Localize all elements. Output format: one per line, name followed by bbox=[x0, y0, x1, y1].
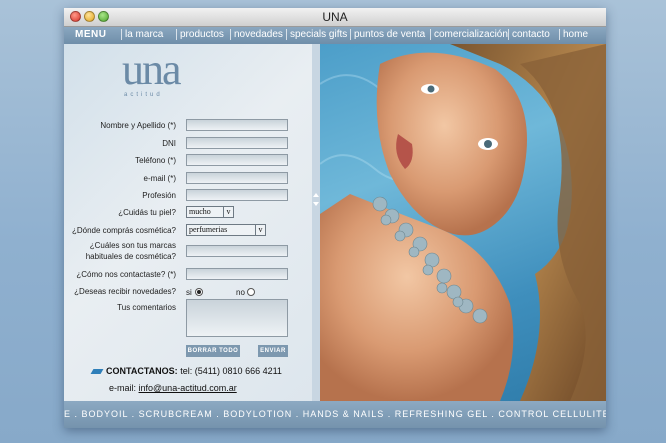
dni-input[interactable] bbox=[186, 137, 288, 149]
scroll-down-arrow-icon[interactable] bbox=[313, 202, 319, 206]
novedades-si-radio[interactable] bbox=[195, 288, 203, 296]
comentarios-textarea[interactable] bbox=[186, 299, 288, 337]
label-piel: ¿Cuidás tu piel? bbox=[118, 208, 176, 217]
label-comentarios: Tus comentarios bbox=[117, 303, 176, 312]
label-dni: DNI bbox=[162, 139, 176, 148]
nav-item-comercializacion[interactable]: comercialización bbox=[430, 29, 508, 40]
label-contactaste: ¿Cómo nos contactaste? (*) bbox=[76, 270, 176, 279]
hero-photo bbox=[320, 44, 606, 401]
label-profesion: Profesión bbox=[142, 191, 176, 200]
piel-select-value: mucho bbox=[189, 207, 211, 216]
profesion-input[interactable] bbox=[186, 189, 288, 201]
brand-logo: una bbox=[122, 45, 182, 94]
nav-menu-label: MENU bbox=[75, 29, 107, 40]
contact-email-line: e-mail: info@una-actitud.com.ar bbox=[109, 383, 237, 393]
contact-email-label: e-mail: bbox=[109, 383, 137, 393]
email-input[interactable] bbox=[186, 172, 288, 184]
marcas-input[interactable] bbox=[186, 245, 288, 257]
label-novedades: ¿Deseas recibir novedades? bbox=[74, 287, 176, 296]
brand-logo-tagline: actitud bbox=[124, 92, 163, 98]
phone-icon bbox=[90, 369, 104, 374]
label-compras: ¿Dónde comprás cosmética? bbox=[71, 226, 176, 235]
label-email: e-mail (*) bbox=[143, 174, 176, 183]
model-portrait-image bbox=[320, 44, 606, 401]
contact-email-link[interactable]: info@una-actitud.com.ar bbox=[139, 383, 237, 393]
compras-select[interactable]: perfumerias v bbox=[186, 224, 266, 236]
scroll-up-arrow-icon[interactable] bbox=[313, 193, 319, 197]
contact-form-panel: una actitud Nombre y Apellido (*) DNI Te… bbox=[64, 44, 312, 401]
nav-item-home[interactable]: home bbox=[559, 29, 588, 40]
nav-item-specials-gifts[interactable]: specials gifts bbox=[286, 29, 347, 40]
label-marcas-line2: habituales de cosmética? bbox=[85, 252, 176, 261]
contact-title: CONTACTANOS: bbox=[106, 366, 178, 376]
title-bar: UNA bbox=[64, 8, 606, 27]
piel-select[interactable]: mucho v bbox=[186, 206, 234, 218]
novedades-no-radio[interactable] bbox=[247, 288, 255, 296]
contact-phone: tel: (5411) 0810 666 4211 bbox=[180, 366, 282, 376]
nav-bar: MENU la marca productos novedades specia… bbox=[64, 27, 606, 44]
chevron-down-icon: v bbox=[223, 207, 233, 217]
nav-item-productos[interactable]: productos bbox=[176, 29, 224, 40]
label-telefono: Teléfono (*) bbox=[135, 156, 176, 165]
label-marcas-line1: ¿Cuáles son tus marcas bbox=[89, 241, 176, 250]
contactaste-input[interactable] bbox=[186, 268, 288, 280]
telefono-input[interactable] bbox=[186, 154, 288, 166]
nav-item-puntos-de-venta[interactable]: puntos de venta bbox=[350, 29, 425, 40]
radio-no-label: no bbox=[236, 288, 245, 297]
nav-item-la-marca[interactable]: la marca bbox=[121, 29, 163, 40]
radio-si-label: si bbox=[186, 288, 192, 297]
compras-select-value: perfumerias bbox=[189, 225, 228, 234]
chevron-down-icon: v bbox=[255, 225, 265, 235]
browser-window: UNA MENU la marca productos novedades sp… bbox=[64, 8, 606, 428]
nombre-input[interactable] bbox=[186, 119, 288, 131]
borrar-todo-button[interactable]: BORRAR TODO bbox=[186, 345, 240, 357]
contact-line: CONTACTANOS: tel: (5411) 0810 666 4211 bbox=[90, 366, 282, 376]
label-nombre: Nombre y Apellido (*) bbox=[100, 121, 176, 130]
enviar-button[interactable]: ENVIAR bbox=[258, 345, 288, 357]
product-ticker: E . BODYOIL . SCRUBCREAM . BODYLOTION . … bbox=[64, 401, 606, 428]
nav-item-novedades[interactable]: novedades bbox=[230, 29, 283, 40]
nav-item-contacto[interactable]: contacto bbox=[508, 29, 550, 40]
panel-scroller bbox=[312, 44, 320, 401]
window-title: UNA bbox=[322, 10, 348, 24]
